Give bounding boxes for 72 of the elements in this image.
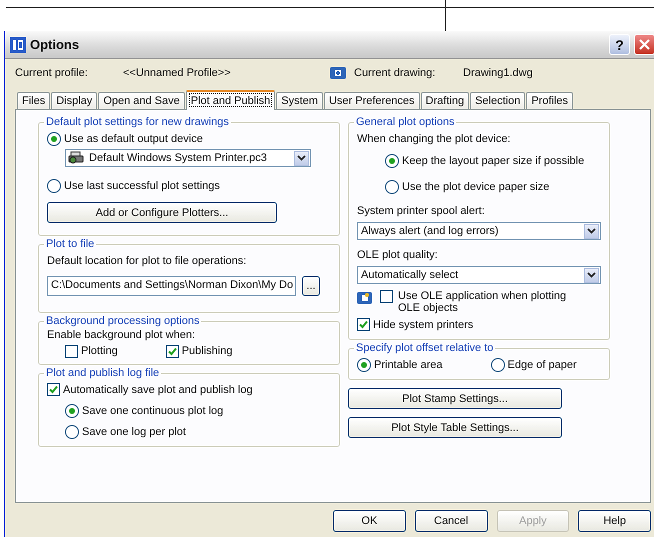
radio-label: Save one log per plot xyxy=(82,426,186,438)
browse-button[interactable]: ... xyxy=(302,276,320,296)
checkbox[interactable] xyxy=(166,344,179,358)
ole-icon xyxy=(357,291,372,305)
checkbox[interactable] xyxy=(380,290,393,303)
checkbox-label: Use OLE application when plotting OLE objects xyxy=(398,290,568,314)
settings-button[interactable]: Plot Stamp Settings... xyxy=(348,388,562,409)
drawing-icon xyxy=(330,66,346,80)
tab[interactable]: Profiles xyxy=(526,92,574,109)
tab[interactable]: System xyxy=(276,92,323,109)
settings-button[interactable]: Plot Style Table Settings... xyxy=(348,417,562,438)
field-label: OLE plot quality: xyxy=(357,248,439,263)
checkbox[interactable] xyxy=(357,318,370,331)
tab[interactable]: Files xyxy=(17,92,50,109)
drawing-label: Current drawing: xyxy=(354,67,436,79)
profile-label: Current profile: xyxy=(15,67,89,79)
configure-plotters-button[interactable]: Add or Configure Plotters... xyxy=(47,202,277,223)
radio-button[interactable] xyxy=(65,424,79,438)
dialog-button[interactable]: Cancel xyxy=(414,510,488,532)
tab[interactable]: Display xyxy=(51,92,98,109)
spool-alert-dropdown[interactable]: Always alert (and log errors) xyxy=(357,222,601,240)
tab[interactable]: Open and Save xyxy=(98,92,185,109)
field-label: Enable background plot when: xyxy=(47,328,196,342)
field-label: Default location for plot to file operations: xyxy=(47,254,248,269)
checkbox-label: Plotting xyxy=(81,345,118,357)
dropdown-value: Automatically select xyxy=(360,269,460,281)
tab[interactable]: Plot and Publish xyxy=(186,90,276,110)
path-field[interactable]: C:\Documents and Settings\Norman Dixon\My Do xyxy=(47,276,296,296)
profile-value: <<Unnamed Profile>> xyxy=(123,67,232,79)
radio-button[interactable] xyxy=(357,358,371,372)
close-icon xyxy=(639,39,650,50)
group-title: Background processing options xyxy=(45,315,200,327)
checkbox-label: Hide system printers xyxy=(373,318,474,330)
field-label: When changing the plot device: xyxy=(357,132,512,147)
field-label: System printer spool alert: xyxy=(357,204,486,219)
dropdown-value: Always alert (and log errors) xyxy=(360,225,500,237)
radio-button[interactable] xyxy=(47,178,61,192)
checkbox-label: Publishing xyxy=(182,345,232,357)
dialog-button[interactable]: OK xyxy=(333,510,406,532)
checkbox[interactable] xyxy=(47,383,60,396)
printer-icon xyxy=(68,151,84,165)
radio-label: Printable area xyxy=(374,358,442,370)
radio-label: Use as default output device xyxy=(64,132,203,144)
radio-button[interactable] xyxy=(385,180,399,194)
dialog-button[interactable]: Help xyxy=(578,510,651,532)
drawing-value: Drawing1.dwg xyxy=(463,67,533,79)
help-button[interactable]: ? xyxy=(609,34,630,55)
radio-label: Edge of paper xyxy=(508,358,577,370)
tab[interactable]: Selection xyxy=(470,92,526,109)
radio-label: Save one continuous plot log xyxy=(82,404,224,416)
checkbox-label: Automatically save plot and publish log xyxy=(63,384,253,396)
group-title: Plot to file xyxy=(45,238,96,250)
dropdown-value: Default Windows System Printer.pc3 xyxy=(88,152,268,164)
radio-button[interactable] xyxy=(490,358,504,372)
tab[interactable]: User Preferences xyxy=(324,92,420,109)
ole-quality-dropdown[interactable]: Automatically select xyxy=(357,266,601,284)
group-title: Specify plot offset relative to xyxy=(355,342,494,354)
radio-button[interactable] xyxy=(385,154,399,168)
radio-button[interactable] xyxy=(65,404,79,418)
tab[interactable]: Drafting xyxy=(420,92,470,109)
app-icon xyxy=(10,36,26,52)
radio-button[interactable] xyxy=(47,132,61,146)
radio-label: Use last successful plot settings xyxy=(64,180,220,192)
radio-label: Keep the layout paper size if possible xyxy=(402,155,584,167)
group-title: Default plot settings for new drawings xyxy=(45,116,230,128)
device-dropdown[interactable]: Default Windows System Printer.pc3 xyxy=(65,149,311,167)
close-button[interactable] xyxy=(634,34,654,55)
group-title: General plot options xyxy=(355,116,456,128)
group-title: Plot and publish log file xyxy=(45,367,160,379)
checkbox[interactable] xyxy=(65,344,78,358)
radio-label: Use the plot device paper size xyxy=(402,181,550,193)
window-title: Options xyxy=(30,37,80,52)
